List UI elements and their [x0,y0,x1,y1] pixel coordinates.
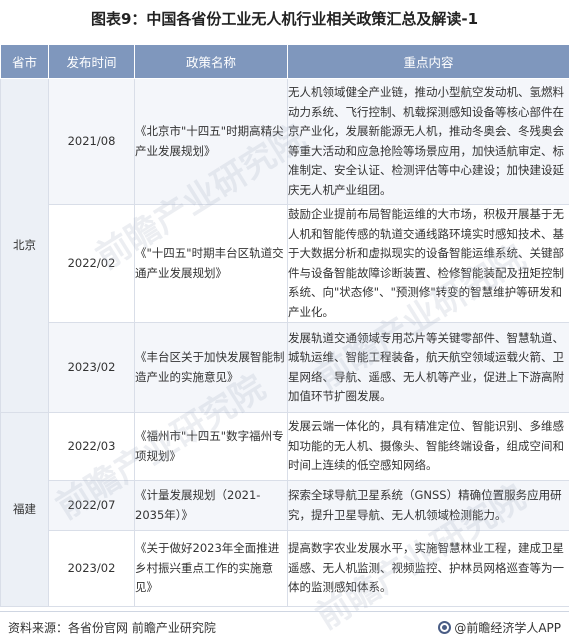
policy-name-cell: 《关于做好2023年全面推进乡村振兴重点工作的实施意见》 [135,531,288,607]
brand-logo-icon [438,621,451,634]
date-cell: 2022/03 [49,413,135,481]
footer: 资料来源：各省份官网 前瞻产业研究院 @前瞻经济学人APP [0,611,569,642]
brand-label: @前瞻经济学人APP [454,621,561,635]
header-key-content: 重点内容 [288,45,569,79]
policy-name-cell: 《福州市"十四五"数字福州专项规划》 [135,413,288,481]
header-date: 发布时间 [49,45,135,79]
header-policy-name: 政策名称 [135,45,288,79]
content-cell: 发展轨道交通领域专用芯片等关键零部件、智慧轨道、城轨运维、智能工程装备，航天航空… [288,323,569,413]
table-row: 北京 2021/08 《北京市"十四五"时期高精尖产业发展规划》 无人机领域健全… [1,79,569,205]
date-cell: 2022/02 [49,205,135,323]
policy-name-cell: 《丰台区关于加快发展智能制造产业的实施意见》 [135,323,288,413]
province-cell: 福建 [1,413,49,607]
brand-credit: @前瞻经济学人APP [438,619,561,636]
content-cell: 提高数字农业发展水平，实施智慧林业工程，建成卫星遥感、无人机监测、视频监控、护林… [288,531,569,607]
policy-name-cell: 《计量发展规划（2021-2035年）》 [135,481,288,531]
header-province: 省市 [1,45,49,79]
date-cell: 2023/02 [49,531,135,607]
content-cell: 鼓励企业提前布局智能运维的大市场，积极开展基于无人机和智能传感的轨道交通线路环境… [288,205,569,323]
table-row: 2023/02 《关于做好2023年全面推进乡村振兴重点工作的实施意见》 提高数… [1,531,569,607]
province-cell: 北京 [1,79,49,413]
date-cell: 2022/07 [49,481,135,531]
source-note: 资料来源：各省份官网 前瞻产业研究院 [8,619,216,636]
table-header-row: 省市 发布时间 政策名称 重点内容 [1,45,569,79]
date-cell: 2021/08 [49,79,135,205]
table-row: 2023/02 《丰台区关于加快发展智能制造产业的实施意见》 发展轨道交通领域专… [1,323,569,413]
content-cell: 无人机领域健全产业链，推动小型航空发动机、氢燃料动力系统、飞行控制、机载探测感知… [288,79,569,205]
date-cell: 2023/02 [49,323,135,413]
table-row: 福建 2022/03 《福州市"十四五"数字福州专项规划》 发展云端一体化的，具… [1,413,569,481]
content-cell: 探索全球导航卫星系统（GNSS）精确位置服务应用研究，提升卫星导航、无人机领域检… [288,481,569,531]
table-row: 2022/07 《计量发展规划（2021-2035年）》 探索全球导航卫星系统（… [1,481,569,531]
page-title: 图表9：中国各省份工业无人机行业相关政策汇总及解读-1 [0,0,569,38]
content-cell: 发展云端一体化的，具有精准定位、智能识别、多维感知功能的无人机、摄像头、智能终端… [288,413,569,481]
policy-name-cell: 《"十四五"时期丰台区轨道交通产业发展规划》 [135,205,288,323]
table-row: 2022/02 《"十四五"时期丰台区轨道交通产业发展规划》 鼓励企业提前布局智… [1,205,569,323]
policy-name-cell: 《北京市"十四五"时期高精尖产业发展规划》 [135,79,288,205]
policy-table: 省市 发布时间 政策名称 重点内容 北京 2021/08 《北京市"十四五"时期… [0,44,569,607]
